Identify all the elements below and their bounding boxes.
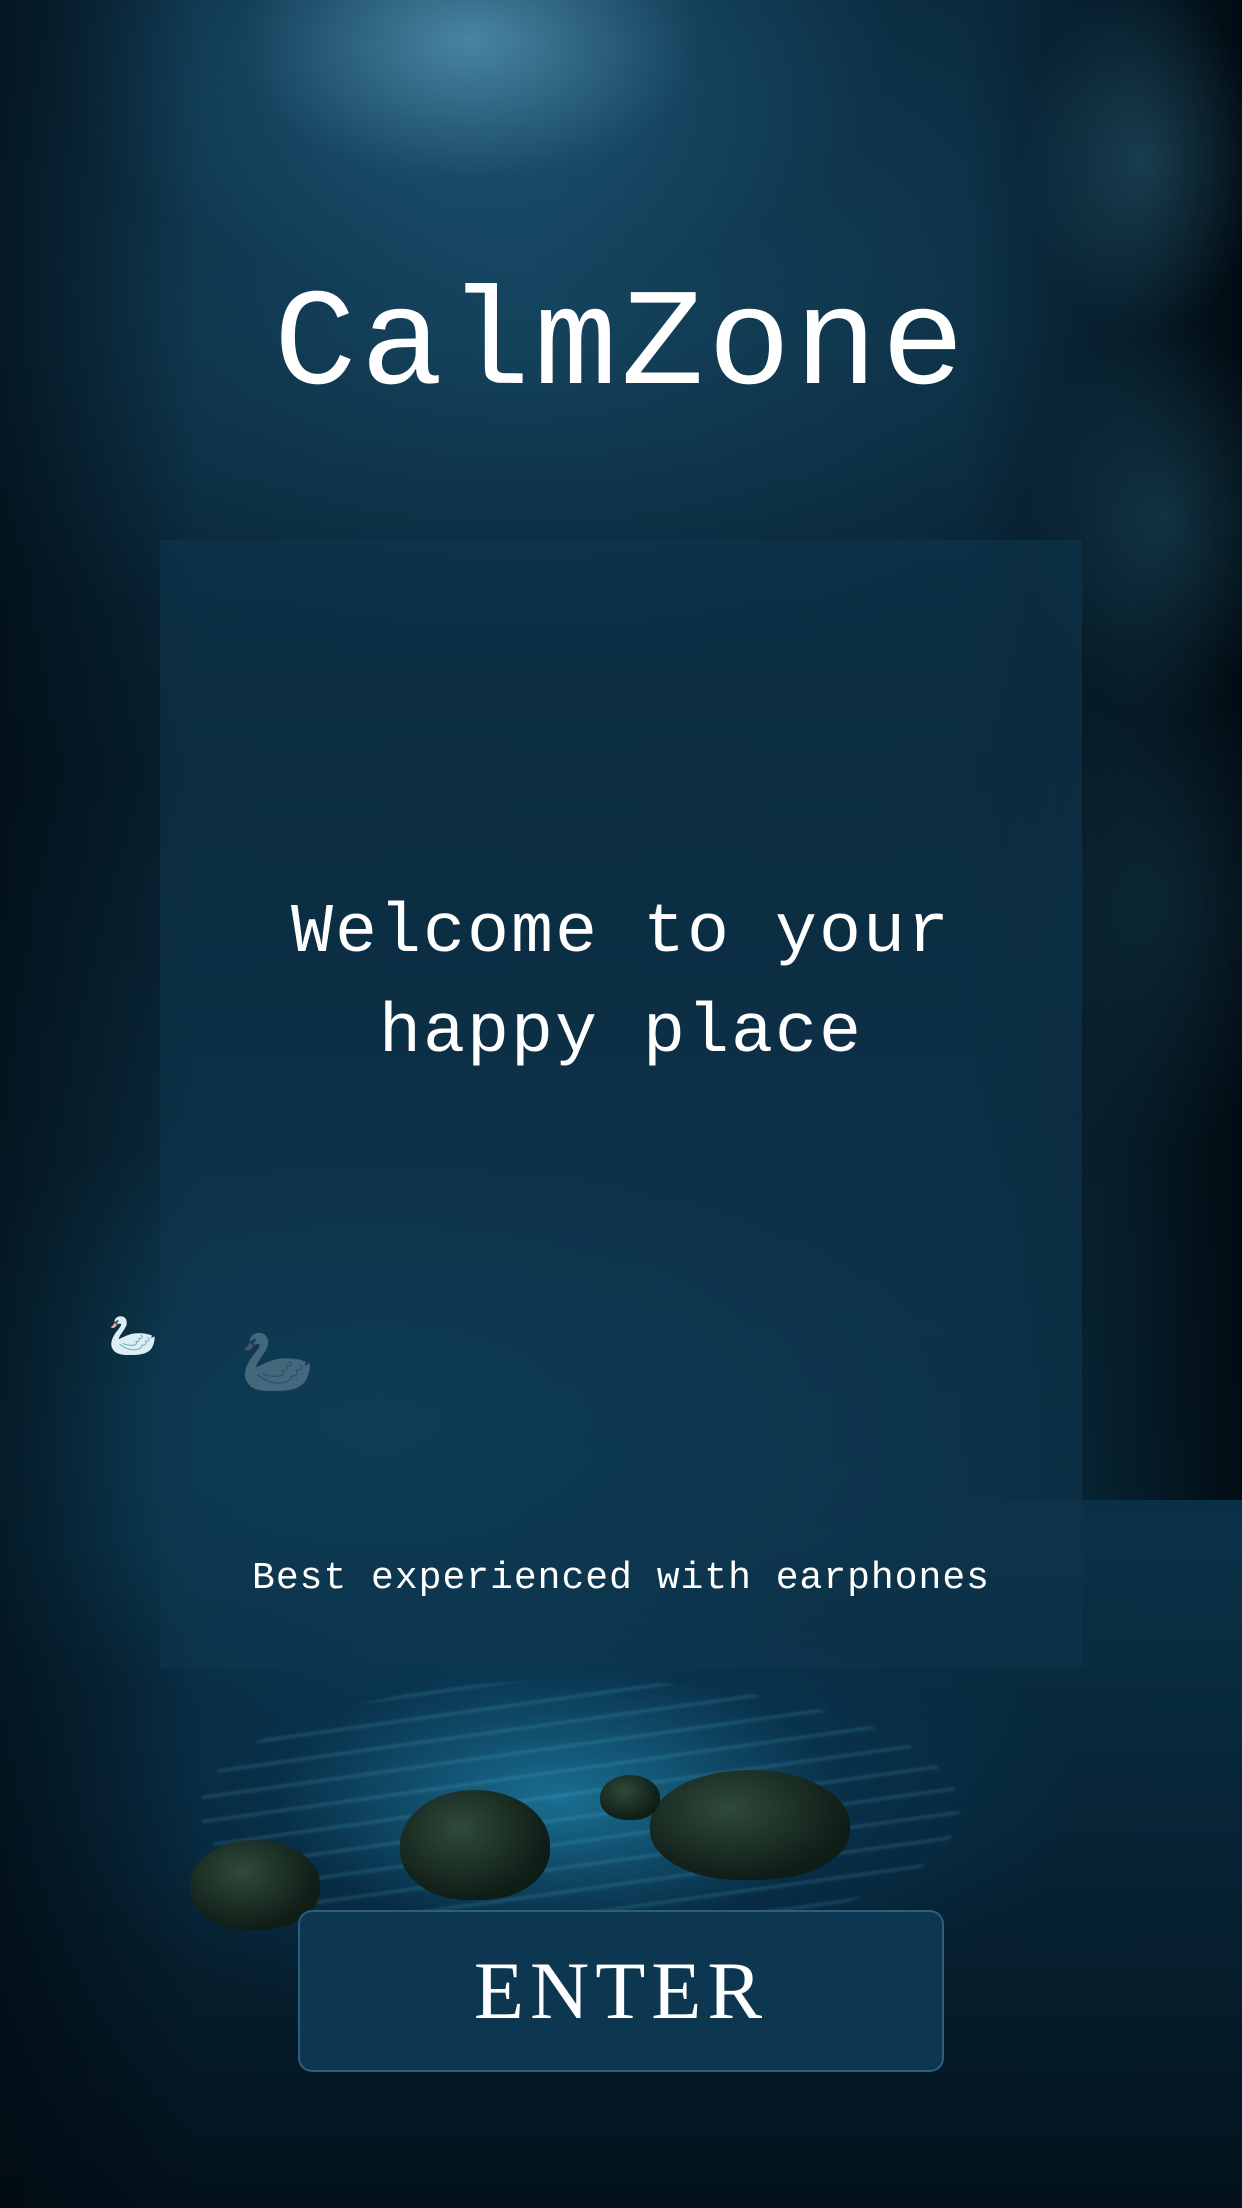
welcome-card: Welcome to your happy place Best experie… xyxy=(160,540,1082,1668)
earphones-hint: Best experienced with earphones xyxy=(252,1557,990,1600)
swan-icon: 🦢 xyxy=(108,1313,158,1359)
enter-button[interactable]: ENTER xyxy=(298,1910,944,2072)
small-rock xyxy=(600,1775,660,1820)
welcome-message: Welcome to your happy place xyxy=(290,894,952,1073)
app-title: CalmZone xyxy=(273,269,969,425)
welcome-screen: 🦢 🦢 CalmZone Welcome to your happy place… xyxy=(0,0,1242,2208)
frog-rock xyxy=(400,1790,550,1900)
lake-rock xyxy=(650,1770,850,1880)
enter-button-label: ENTER xyxy=(473,1945,769,2036)
